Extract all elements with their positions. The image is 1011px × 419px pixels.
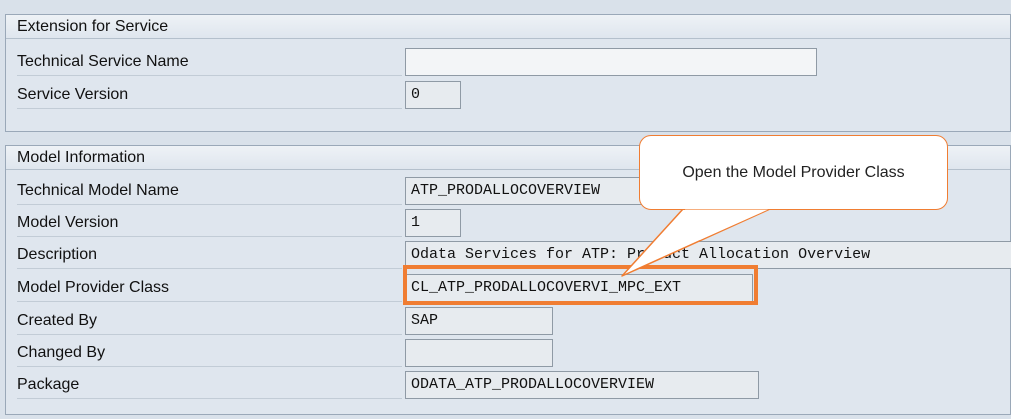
technical-model-name-field[interactable]: ATP_PRODALLOCOVERVIEW bbox=[405, 177, 645, 205]
model-version-field[interactable]: 1 bbox=[405, 209, 461, 237]
technical-service-name-field[interactable] bbox=[405, 48, 817, 76]
package-field[interactable]: ODATA_ATP_PRODALLOCOVERVIEW bbox=[405, 371, 759, 399]
callout-bubble: Open the Model Provider Class bbox=[639, 135, 948, 210]
created-by-field[interactable]: SAP bbox=[405, 307, 553, 335]
service-version-label: Service Version bbox=[17, 81, 402, 109]
technical-service-name-label: Technical Service Name bbox=[17, 48, 402, 76]
service-version-field[interactable]: 0 bbox=[405, 81, 461, 109]
model-provider-class-highlight bbox=[403, 265, 758, 305]
technical-model-name-label: Technical Model Name bbox=[17, 177, 402, 205]
extension-for-service-group: Extension for Service Technical Service … bbox=[5, 14, 1011, 132]
created-by-label: Created By bbox=[17, 307, 402, 335]
changed-by-field[interactable] bbox=[405, 339, 553, 367]
package-label: Package bbox=[17, 371, 402, 399]
model-version-label: Model Version bbox=[17, 209, 402, 237]
model-provider-class-label: Model Provider Class bbox=[17, 274, 402, 302]
extension-group-title: Extension for Service bbox=[6, 15, 1010, 39]
changed-by-label: Changed By bbox=[17, 339, 402, 367]
description-label: Description bbox=[17, 241, 402, 269]
